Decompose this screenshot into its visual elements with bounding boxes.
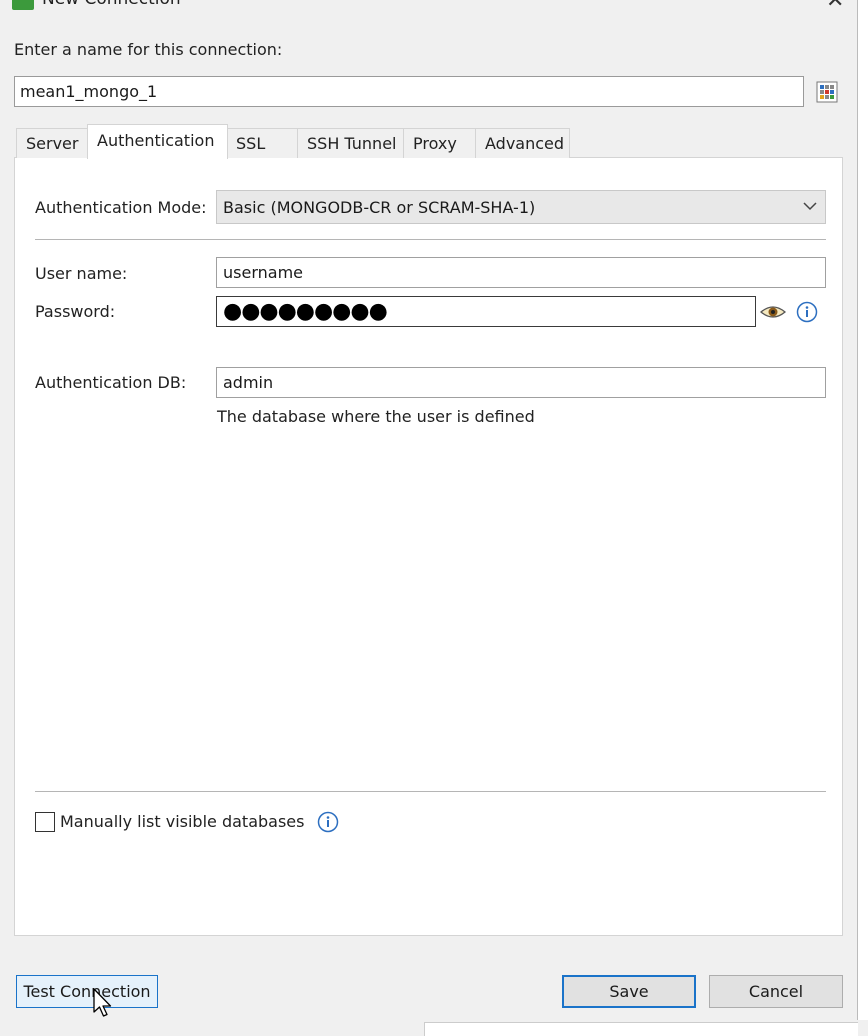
chevron-down-icon[interactable]: [802, 198, 818, 214]
tab-authentication[interactable]: Authentication: [87, 124, 228, 159]
auth-db-input[interactable]: [216, 367, 826, 398]
manual-list-checkbox[interactable]: [35, 812, 55, 832]
username-input[interactable]: [216, 257, 826, 288]
password-label: Password:: [35, 302, 116, 321]
background-window-edge: [857, 0, 868, 1036]
divider: [35, 791, 826, 792]
info-icon[interactable]: [317, 811, 339, 833]
divider: [35, 239, 826, 240]
connection-name-input[interactable]: [14, 76, 804, 107]
connection-name-label: Enter a name for this connection:: [14, 40, 283, 59]
tab-proxy[interactable]: Proxy: [403, 128, 476, 158]
auth-mode-label: Authentication Mode:: [35, 198, 207, 217]
app-icon: [12, 0, 34, 10]
window-title: New Connection: [42, 0, 181, 9]
grid-icon[interactable]: [816, 81, 838, 103]
manual-list-label: Manually list visible databases: [60, 812, 305, 831]
tab-ssl[interactable]: SSL: [226, 128, 298, 158]
auth-mode-select[interactable]: Basic (MONGODB-CR or SCRAM-SHA-1): [216, 190, 826, 224]
auth-mode-value: Basic (MONGODB-CR or SCRAM-SHA-1): [223, 198, 536, 217]
auth-db-hint: The database where the user is defined: [217, 407, 535, 426]
username-label: User name:: [35, 264, 128, 283]
background-document: [424, 1022, 858, 1036]
info-icon[interactable]: [796, 301, 818, 323]
save-button[interactable]: Save: [562, 975, 696, 1008]
tab-server[interactable]: Server: [16, 128, 88, 158]
auth-db-label: Authentication DB:: [35, 373, 187, 392]
password-input[interactable]: ●●●●●●●●●: [216, 296, 756, 327]
tab-ssh-tunnel[interactable]: SSH Tunnel: [297, 128, 404, 158]
cancel-button[interactable]: Cancel: [709, 975, 843, 1008]
test-connection-button[interactable]: Test Connection: [16, 975, 158, 1008]
close-icon[interactable]: ✕: [826, 0, 844, 13]
eye-icon[interactable]: [759, 301, 787, 323]
mouse-cursor-icon: [92, 988, 114, 1020]
tab-advanced[interactable]: Advanced: [475, 128, 570, 158]
